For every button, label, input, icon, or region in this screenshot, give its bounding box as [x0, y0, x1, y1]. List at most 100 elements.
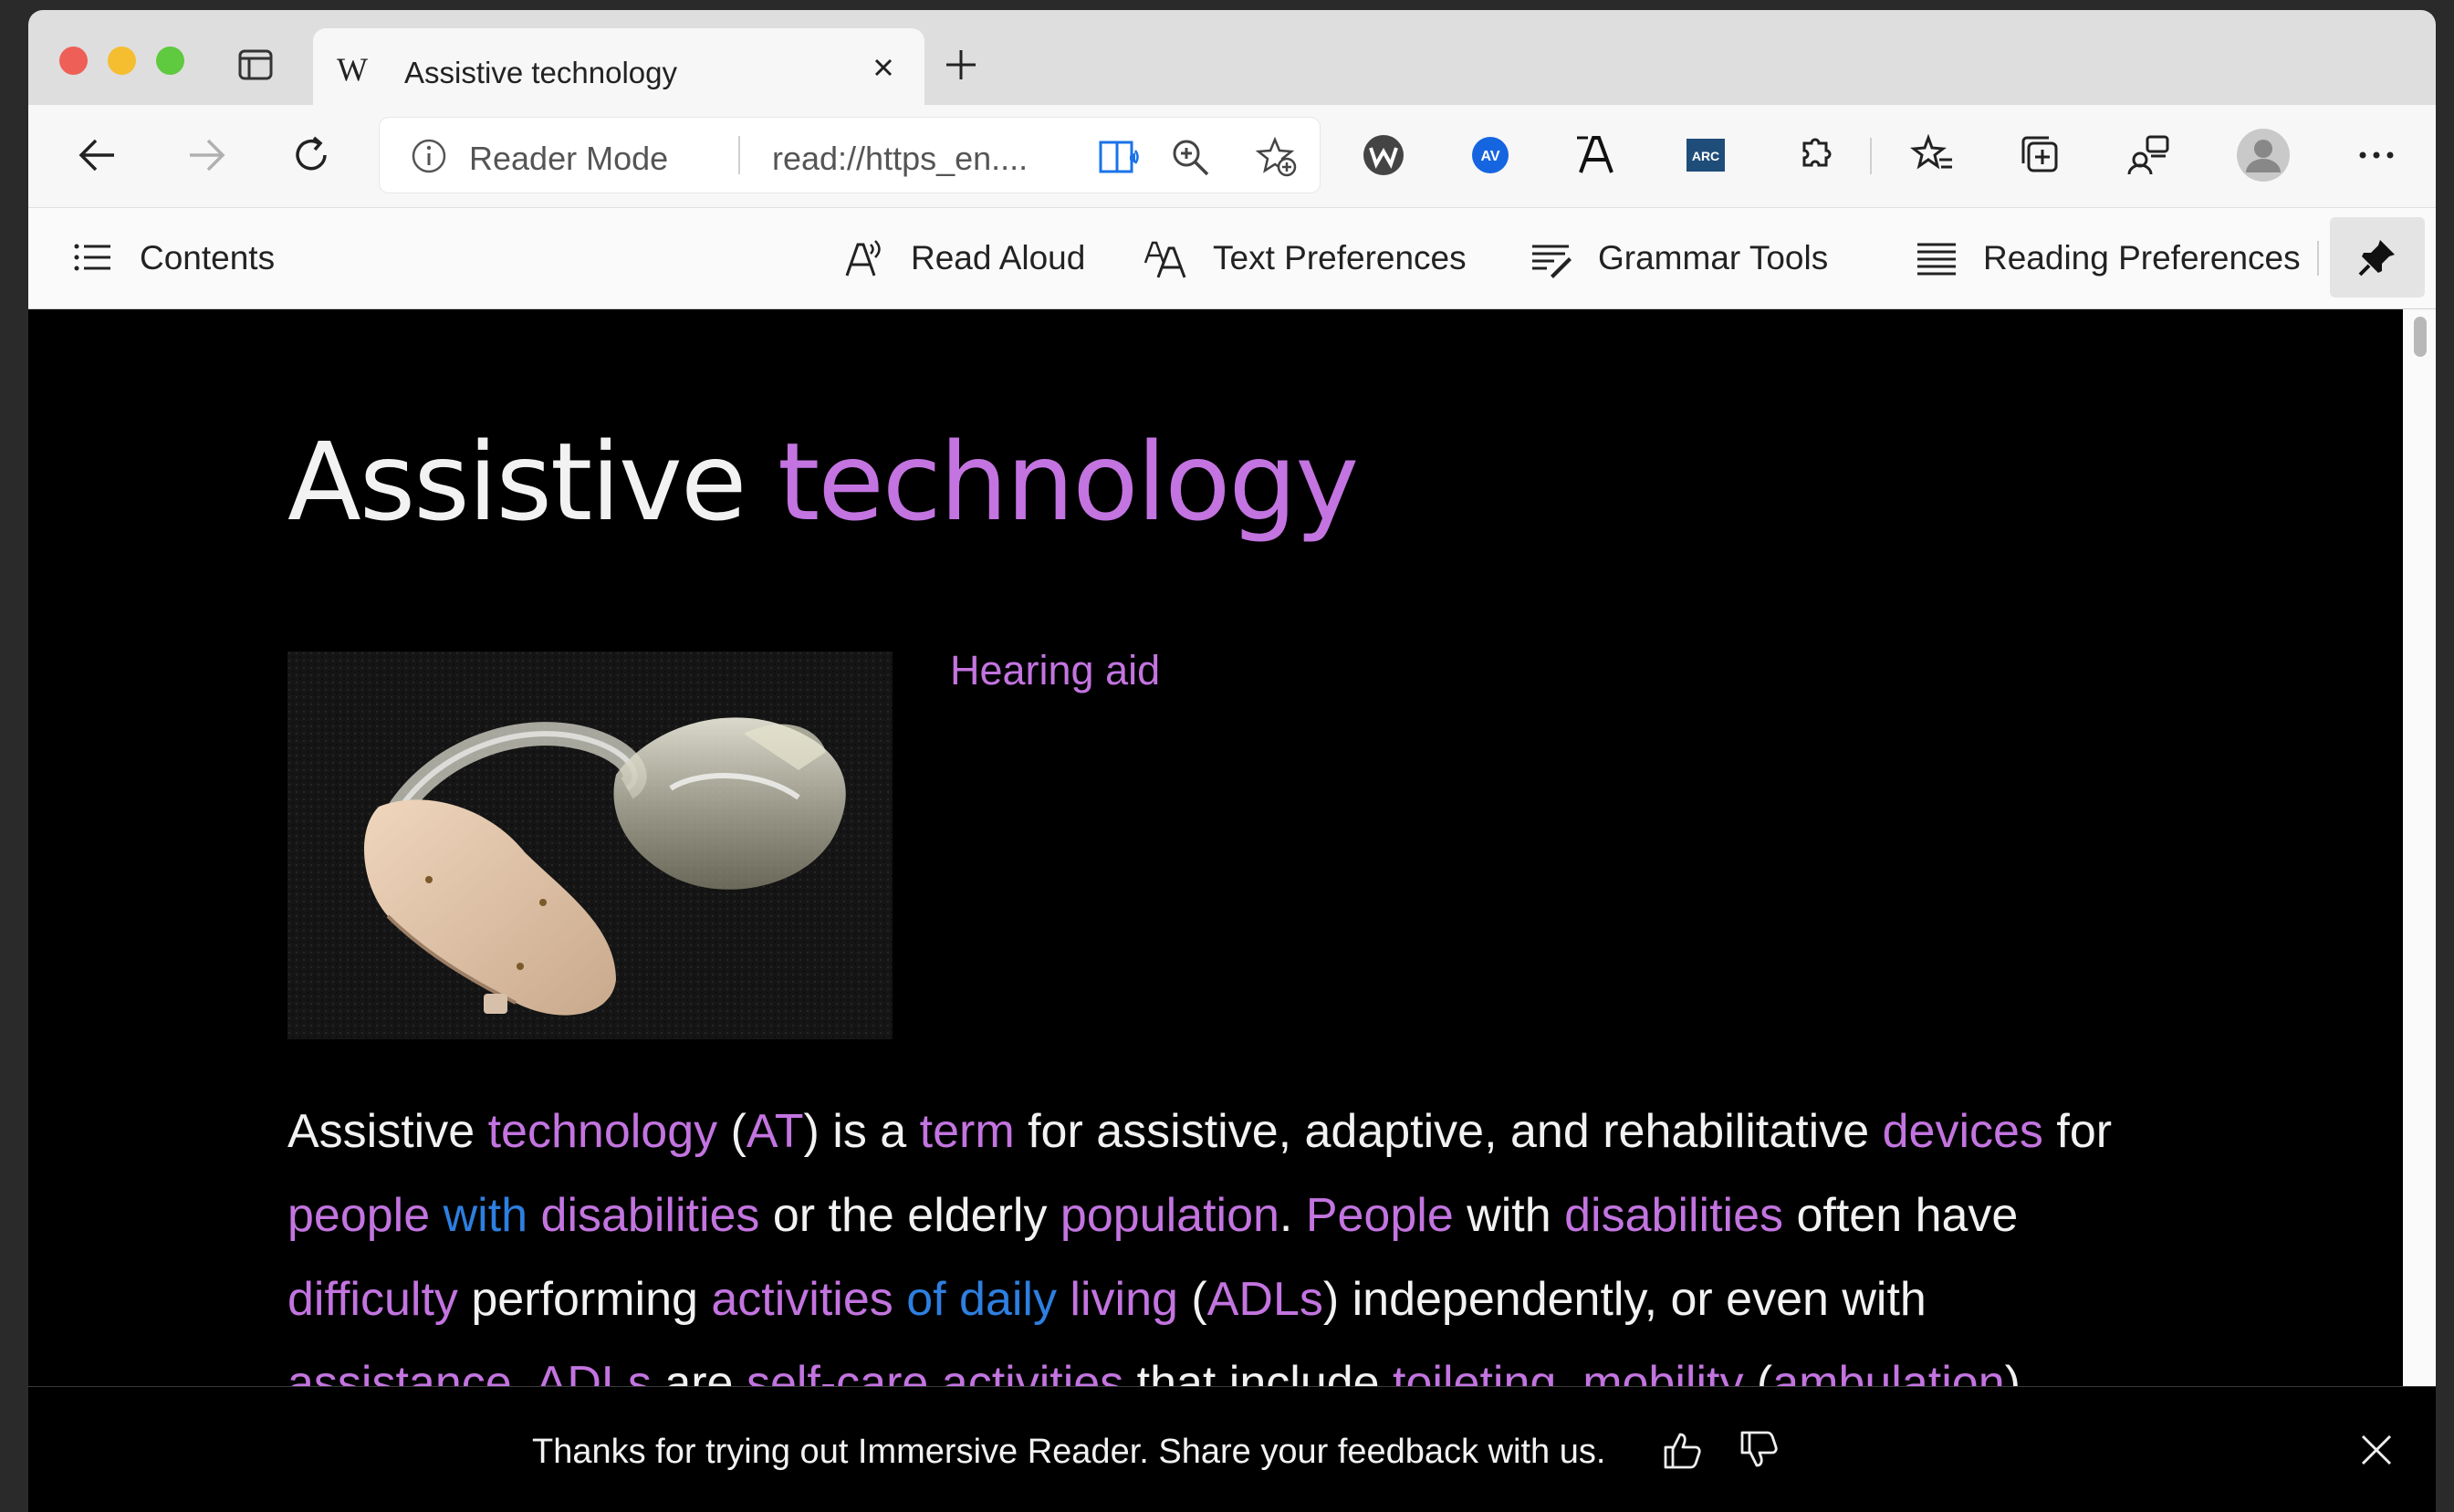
article-link[interactable]: assistance [287, 1357, 512, 1386]
add-favorite-icon[interactable] [1256, 136, 1298, 178]
tab-active[interactable]: W Assistive technology [313, 28, 924, 105]
url-text[interactable]: read://https_en.... [772, 140, 1028, 178]
scrollbar[interactable] [2403, 309, 2436, 1386]
article-text: . [511, 1357, 536, 1386]
toolbar-separator [1870, 138, 1872, 174]
article-link[interactable]: with [430, 1189, 527, 1242]
article-link[interactable]: disabilities [1564, 1189, 1783, 1242]
article-link[interactable]: activities [711, 1273, 893, 1326]
article-link[interactable]: ADLs [536, 1357, 652, 1386]
address-bar[interactable]: Reader Mode read://https_en.... [380, 118, 1320, 193]
close-window-button[interactable] [59, 47, 88, 75]
tab-actions-icon[interactable] [237, 47, 274, 83]
font-extension-icon[interactable] [1575, 132, 1621, 178]
article-link[interactable]: disabilities [527, 1189, 760, 1242]
more-options-icon[interactable] [2354, 132, 2399, 178]
article-text: often have [1783, 1189, 2019, 1242]
article-link[interactable]: ambulation [1772, 1357, 2004, 1386]
scrollbar-thumb[interactable] [2414, 317, 2427, 357]
article-text: ( [1743, 1357, 1773, 1386]
article-text: for assistive, adaptive, and rehabilitat… [1014, 1105, 1883, 1158]
article-title: Assistive technology [287, 419, 1359, 545]
article-link[interactable]: technology [488, 1105, 718, 1158]
grammar-tools-icon [1532, 245, 1572, 278]
article-link[interactable]: people [287, 1189, 430, 1242]
article-text: are [651, 1357, 747, 1386]
back-icon[interactable] [74, 132, 120, 178]
new-tab-icon[interactable] [941, 45, 981, 85]
article-text: Assistive [287, 1105, 488, 1158]
article-link[interactable]: AT [747, 1105, 804, 1158]
toolbar-separator [2317, 241, 2319, 276]
paragraph-line: Assistive technology (AT) is a term for … [287, 1090, 2295, 1173]
grammar-tools-button[interactable]: Grammar Tools [1529, 208, 1828, 308]
article-paragraph: Assistive technology (AT) is a term for … [287, 1090, 2295, 1386]
zoom-icon[interactable] [1169, 136, 1211, 178]
svg-text:ARC: ARC [1692, 149, 1719, 163]
svg-text:AV: AV [1480, 149, 1499, 164]
av-extension-icon[interactable]: AV [1467, 132, 1513, 178]
tab-strip: W Assistive technology [28, 10, 2436, 105]
article-link[interactable]: term [920, 1105, 1015, 1158]
profile-avatar[interactable] [2235, 127, 2292, 183]
article-text: with [1453, 1189, 1565, 1242]
article-text: that include [1123, 1357, 1394, 1386]
title-word-2[interactable]: technology [778, 419, 1359, 545]
article-link[interactable]: mobility [1582, 1357, 1743, 1386]
article-link[interactable]: difficulty [287, 1273, 458, 1326]
hearing-aid-photo [287, 652, 893, 1039]
contents-button[interactable]: Contents [72, 208, 275, 308]
forward-icon[interactable] [184, 132, 230, 178]
immersive-reader-toolbar: Contents Read Aloud Text Preferences Gra… [28, 208, 2436, 309]
browser-window: W Assistive technology Reader Mode read:… [28, 10, 2436, 1512]
contents-label: Contents [140, 239, 276, 276]
article-text: ) is a [803, 1105, 920, 1158]
minimize-window-button[interactable] [108, 47, 136, 75]
navigation-toolbar: Reader Mode read://https_en.... AV ARC [28, 105, 2436, 208]
collections-icon[interactable] [2018, 132, 2063, 178]
title-word-1: Assistive [287, 419, 778, 545]
article-text: ) [2004, 1357, 2021, 1386]
article-link[interactable]: population [1060, 1189, 1279, 1242]
wikipedia-icon: W [337, 51, 368, 88]
address-separator [738, 136, 740, 174]
article-link[interactable]: devices [1883, 1105, 2043, 1158]
close-icon[interactable] [2354, 1427, 2399, 1473]
favorites-icon[interactable] [1910, 132, 1956, 178]
extensions-icon[interactable] [1791, 132, 1837, 178]
article-text: , [1556, 1357, 1583, 1386]
hearing-aid-image [287, 652, 893, 1039]
article-link[interactable]: self-care activities [747, 1357, 1123, 1386]
read-aloud-icon [845, 240, 881, 276]
article-text: ( [717, 1105, 747, 1158]
reading-preferences-icon [1917, 243, 1956, 276]
wordtune-extension-icon[interactable] [1361, 132, 1406, 178]
article-link[interactable]: of daily [893, 1273, 1057, 1326]
paragraph-line: difficulty performing activities of dail… [287, 1257, 2295, 1341]
close-tab-icon[interactable] [868, 52, 899, 83]
image-caption[interactable]: Hearing aid [950, 647, 1160, 694]
article-link[interactable]: living [1057, 1273, 1178, 1326]
reader-content: Assistive technology Hearing aid Assisti… [28, 309, 2403, 1386]
article-link[interactable]: toileting [1393, 1357, 1556, 1386]
reading-preferences-button[interactable]: Reading Preferences [1916, 208, 2301, 308]
article-link[interactable]: People [1306, 1189, 1454, 1242]
pin-icon [2358, 240, 2395, 276]
article-text: ) independently, or even with [1322, 1273, 1927, 1326]
feedback-message: Thanks for trying out Immersive Reader. … [532, 1433, 1606, 1471]
article-text: for [2042, 1105, 2113, 1158]
arc-extension-icon[interactable]: ARC [1683, 132, 1728, 178]
thumbs-up-icon[interactable] [1660, 1427, 1706, 1473]
pin-toolbar-button[interactable] [2330, 217, 2425, 297]
thumbs-down-icon[interactable] [1737, 1427, 1782, 1473]
maximize-window-button[interactable] [156, 47, 184, 75]
article-link[interactable]: ADLs [1207, 1273, 1323, 1326]
article-text: or the elderly [759, 1189, 1060, 1242]
share-icon[interactable] [2125, 132, 2171, 178]
read-aloud-button[interactable]: Read Aloud [843, 208, 1085, 308]
refresh-icon[interactable] [288, 132, 334, 178]
text-preferences-button[interactable]: Text Preferences [1143, 208, 1467, 308]
grammar-tools-label: Grammar Tools [1598, 239, 1829, 276]
info-icon[interactable] [411, 138, 447, 174]
immersive-reader-icon[interactable] [1098, 136, 1140, 178]
